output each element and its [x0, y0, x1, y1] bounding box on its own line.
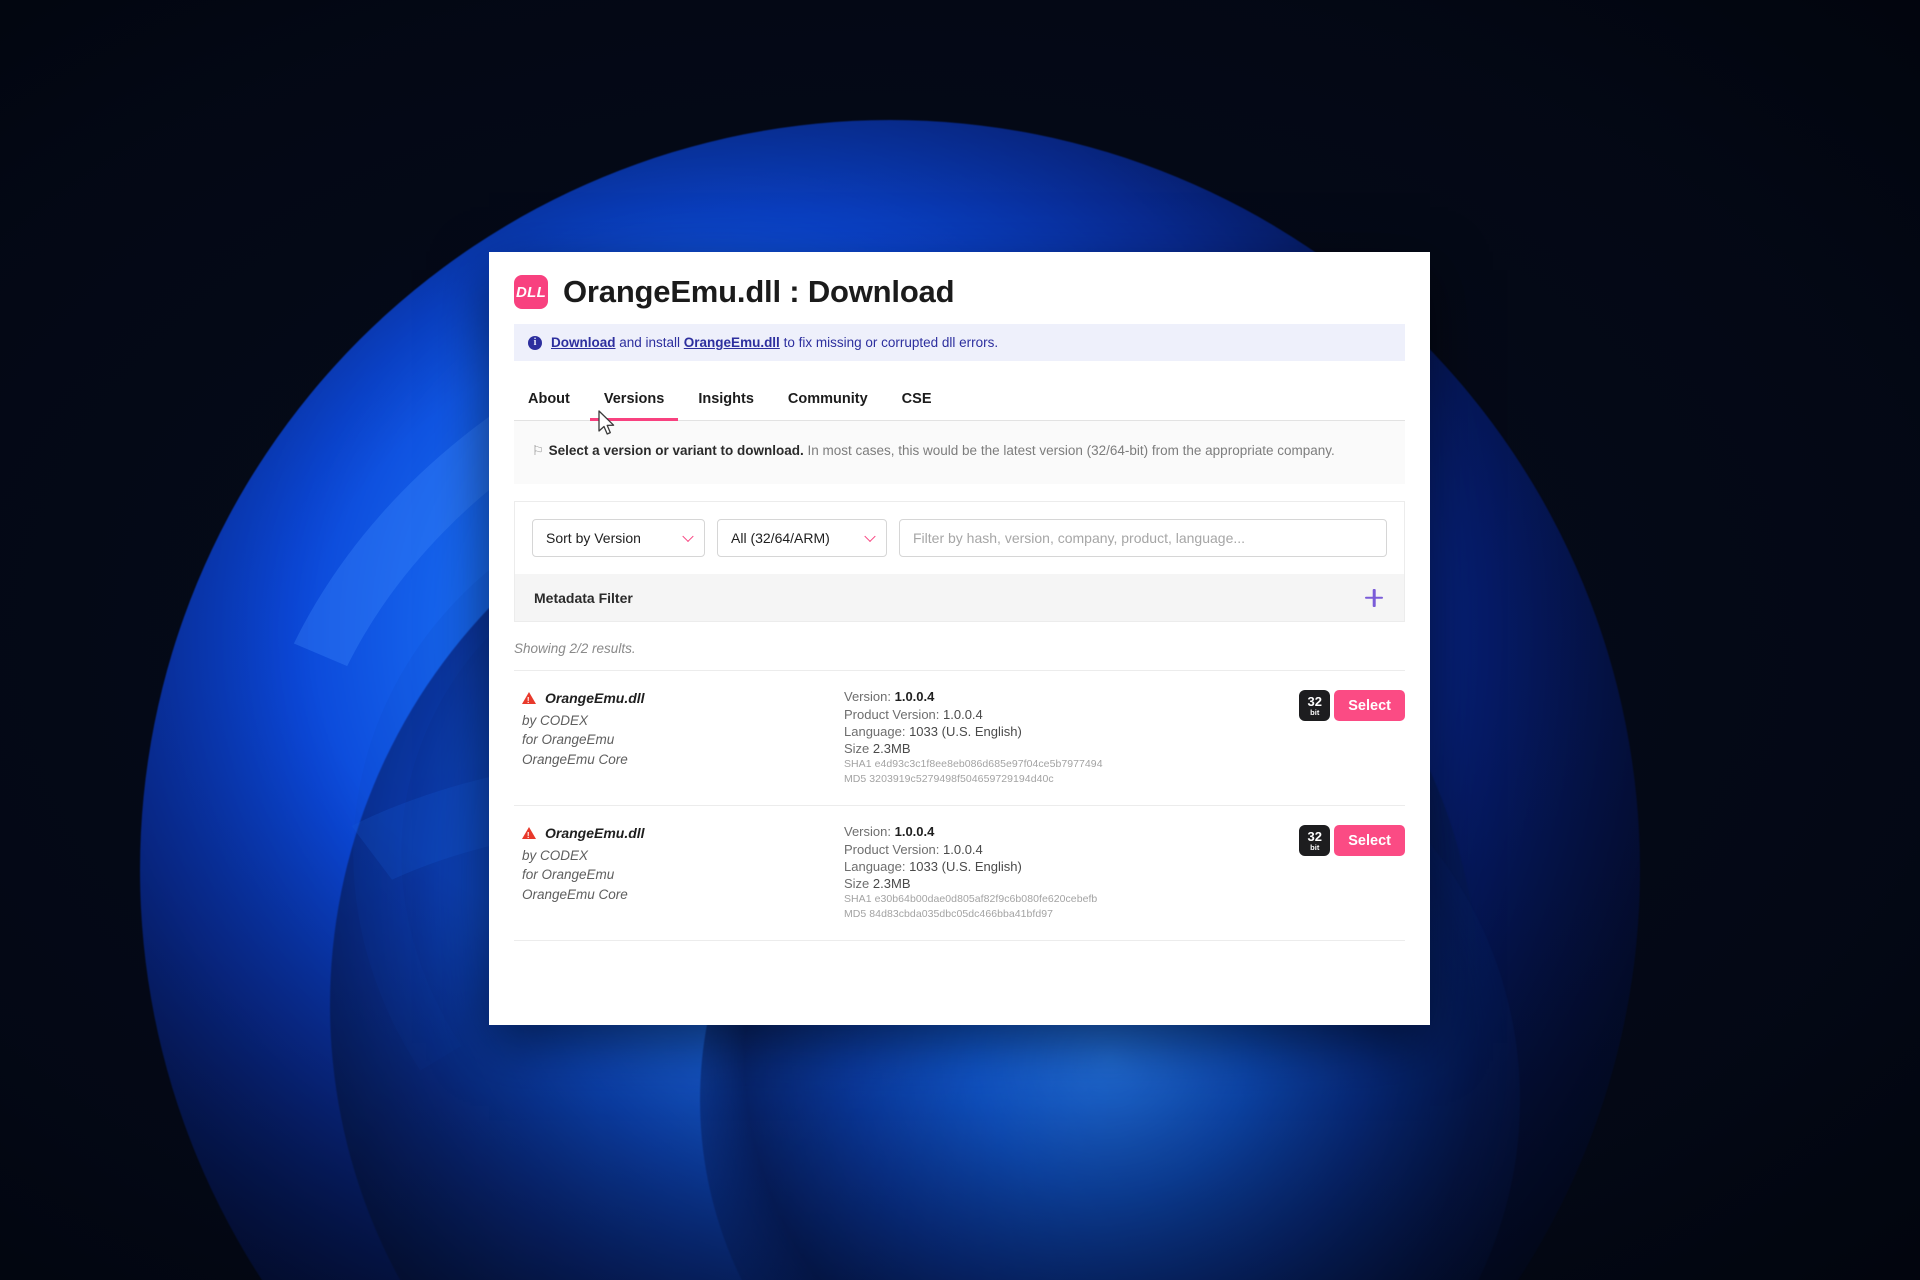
version-label: Version:	[844, 689, 891, 705]
size-value: 2.3MB	[872, 741, 911, 757]
plus-icon[interactable]	[1363, 587, 1385, 609]
chevron-down-icon	[864, 531, 876, 543]
tab-about[interactable]: About	[514, 382, 584, 421]
architecture-select-value: All (32/64/ARM)	[731, 530, 830, 547]
results-count: Showing 2/2 results.	[514, 641, 1405, 672]
metadata-filter-label: Metadata Filter	[534, 589, 633, 606]
result-company: by CODEX	[522, 847, 589, 863]
instruction-bold: Select a version or variant to download.	[548, 443, 804, 458]
bit-badge-number: 32	[1307, 694, 1322, 710]
download-notice-bar: i Download and install OrangeEmu.dll to …	[514, 324, 1405, 361]
result-action-column: 32 bit Select	[1299, 688, 1405, 722]
md5-value: 84d83cbda035dbc05dc466bba41bfd97	[869, 908, 1054, 921]
result-name-line: OrangeEmu.dll	[522, 688, 844, 708]
md5-label: MD5	[844, 773, 867, 786]
result-sha1-line: SHA1 e4d93c3c1f8ee8eb086d685e97f04ce5b79…	[844, 758, 1299, 772]
result-company: by CODEX	[522, 712, 589, 728]
filter-panel: Sort by Version All (32/64/ARM) Metadata…	[514, 501, 1405, 623]
tab-bar: About Versions Insights Community CSE	[514, 382, 1405, 421]
sha1-label: SHA1	[844, 758, 872, 771]
tab-versions[interactable]: Versions	[589, 382, 679, 421]
result-for: for OrangeEmu	[522, 732, 615, 748]
architecture-select[interactable]: All (32/64/ARM)	[717, 519, 887, 558]
filter-controls-row: Sort by Version All (32/64/ARM)	[515, 502, 1404, 574]
tab-insights[interactable]: Insights	[684, 382, 768, 421]
size-value: 2.3MB	[872, 876, 911, 892]
table-row: OrangeEmu.dll by CODEX for OrangeEmu Ora…	[514, 806, 1405, 942]
size-label: Size	[844, 741, 870, 757]
sha1-value: e30b64b00dae0d805af82f9c6b080fe620cebefb	[874, 893, 1098, 906]
sha1-value: e4d93c3c1f8ee8eb086d685e97f04ce5b7977494	[874, 758, 1103, 771]
product-version-value: 1.0.0.4	[943, 841, 983, 857]
bit-badge: 32 bit	[1299, 825, 1331, 857]
result-name-column: OrangeEmu.dll by CODEX for OrangeEmu Ora…	[514, 688, 844, 769]
result-file-name[interactable]: OrangeEmu.dll	[545, 823, 645, 843]
result-language-line: Language: 1033 (U.S. English)	[844, 858, 1299, 875]
notice-mid-text: and install	[615, 335, 684, 350]
result-md5-line: MD5 84d83cbda035dbc05dc466bba41bfd97	[844, 908, 1299, 922]
result-product: OrangeEmu Core	[522, 886, 628, 902]
notice-download-link[interactable]: Download	[551, 335, 616, 350]
bit-badge-unit: bit	[1310, 708, 1320, 718]
tab-cse[interactable]: CSE	[888, 382, 946, 421]
result-version-line: Version: 1.0.0.4	[844, 823, 1299, 840]
result-meta-column: Version: 1.0.0.4 Product Version: 1.0.0.…	[844, 823, 1299, 922]
language-label: Language:	[844, 858, 906, 874]
window-header: DLL OrangeEmu.dll : Download	[489, 252, 1430, 324]
product-version-label: Product Version:	[844, 706, 940, 722]
result-product: OrangeEmu Core	[522, 751, 628, 767]
bit-badge-unit: bit	[1310, 843, 1320, 853]
result-size-line: Size 2.3MB	[844, 875, 1299, 892]
size-label: Size	[844, 876, 870, 892]
metadata-filter-row[interactable]: Metadata Filter	[515, 574, 1404, 622]
version-value: 1.0.0.4	[894, 689, 935, 705]
version-value: 1.0.0.4	[894, 824, 935, 840]
sha1-label: SHA1	[844, 893, 872, 906]
bit-badge-number: 32	[1307, 829, 1322, 845]
product-version-label: Product Version:	[844, 841, 940, 857]
select-button[interactable]: Select	[1334, 690, 1405, 722]
sort-select[interactable]: Sort by Version	[532, 519, 705, 558]
notice-tail-text: to fix missing or corrupted dll errors.	[779, 335, 999, 350]
notice-text: Download and install OrangeEmu.dll to fi…	[551, 335, 998, 350]
result-action-column: 32 bit Select	[1299, 823, 1405, 857]
result-language-line: Language: 1033 (U.S. English)	[844, 723, 1299, 740]
md5-label: MD5	[844, 908, 867, 921]
flag-icon: ⚐	[532, 443, 544, 458]
result-product-version-line: Product Version: 1.0.0.4	[844, 841, 1299, 858]
desktop-background: DLL OrangeEmu.dll : Download i Download …	[0, 0, 1920, 1280]
result-md5-line: MD5 3203919c5279498f504659729194d40c	[844, 773, 1299, 787]
warning-icon	[522, 692, 536, 707]
select-button[interactable]: Select	[1334, 825, 1405, 857]
language-label: Language:	[844, 723, 906, 739]
result-size-line: Size 2.3MB	[844, 740, 1299, 757]
dll-download-window: DLL OrangeEmu.dll : Download i Download …	[489, 252, 1430, 1025]
md5-value: 3203919c5279498f504659729194d40c	[869, 773, 1054, 786]
version-label: Version:	[844, 824, 891, 840]
page-title: OrangeEmu.dll : Download	[563, 274, 955, 309]
result-version-line: Version: 1.0.0.4	[844, 688, 1299, 705]
result-product-version-line: Product Version: 1.0.0.4	[844, 706, 1299, 723]
warning-icon	[522, 827, 536, 842]
language-value: 1033 (U.S. English)	[909, 723, 1022, 739]
info-icon: i	[528, 335, 542, 350]
result-file-name[interactable]: OrangeEmu.dll	[545, 688, 645, 708]
tab-community[interactable]: Community	[774, 382, 882, 421]
notice-dll-link[interactable]: OrangeEmu.dll	[684, 335, 780, 350]
chevron-down-icon	[682, 531, 694, 543]
filter-search-input[interactable]	[899, 519, 1387, 558]
dll-logo-icon: DLL	[514, 275, 548, 309]
result-name-column: OrangeEmu.dll by CODEX for OrangeEmu Ora…	[514, 823, 844, 904]
bit-badge: 32 bit	[1299, 690, 1331, 722]
product-version-value: 1.0.0.4	[943, 706, 983, 722]
language-value: 1033 (U.S. English)	[909, 858, 1022, 874]
result-meta-column: Version: 1.0.0.4 Product Version: 1.0.0.…	[844, 688, 1299, 787]
instruction-panel: ⚐ Select a version or variant to download…	[514, 421, 1405, 485]
sort-select-value: Sort by Version	[546, 530, 641, 547]
table-row: OrangeEmu.dll by CODEX for OrangeEmu Ora…	[514, 671, 1405, 807]
instruction-text: In most cases, this would be the latest …	[803, 443, 1335, 458]
result-sha1-line: SHA1 e30b64b00dae0d805af82f9c6b080fe620c…	[844, 893, 1299, 907]
result-for: for OrangeEmu	[522, 867, 615, 883]
result-name-line: OrangeEmu.dll	[522, 823, 844, 843]
